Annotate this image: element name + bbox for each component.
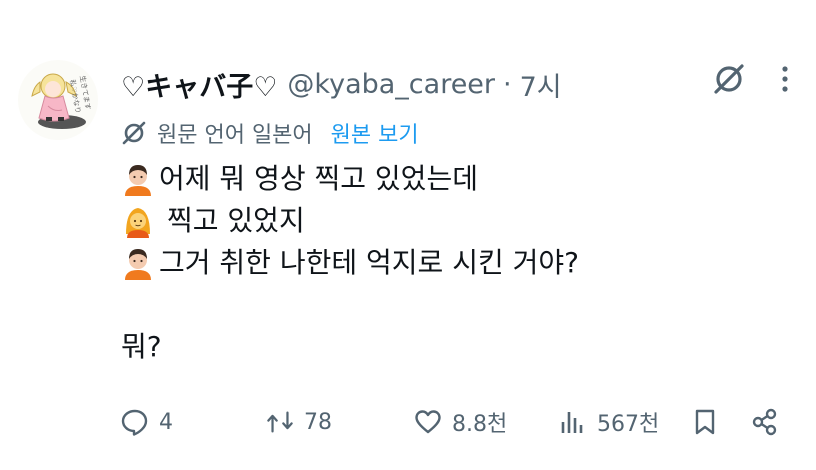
retweet-count: 78 — [304, 409, 332, 435]
tweet-line: 뭐? — [121, 326, 579, 368]
tweet-line-2: 찍고 있었지 — [167, 204, 305, 237]
like-button[interactable]: 8.8천 — [414, 406, 559, 438]
like-count: 8.8천 — [452, 412, 508, 437]
retweet-icon — [267, 411, 293, 433]
tweet-text: 어제 뭐 영상 찍고 있었는데 찍고 있었지 그거 취한 나한테 억지로 시킨 … — [121, 158, 579, 368]
boy-emoji-icon — [125, 249, 151, 280]
woman-emoji-icon — [126, 208, 150, 238]
bookmark-button[interactable] — [691, 408, 751, 436]
grok-icon[interactable] — [712, 62, 746, 100]
more-vertical-icon[interactable] — [780, 65, 790, 97]
translation-notice: 원문 언어 일본어 원본 보기 — [121, 116, 419, 150]
retweet-button[interactable]: 78 — [266, 408, 414, 436]
header-actions — [712, 62, 790, 100]
heart-icon — [415, 410, 441, 434]
views-icon — [561, 412, 583, 433]
source-language-label: 원문 언어 일본어 — [157, 123, 313, 148]
reply-button[interactable]: 4 — [121, 408, 266, 436]
show-original-link[interactable]: 원본 보기 — [331, 117, 419, 149]
bookmark-icon — [695, 409, 715, 435]
tweet-time[interactable]: 7시 — [520, 65, 562, 104]
tweet-header: ♡キャバ子♡ @kyaba_career · 7시 — [121, 64, 562, 104]
avatar[interactable]: 私♡かなり 生きてます — [18, 60, 98, 140]
action-bar: 4 78 8.8천 567천 — [121, 400, 790, 444]
share-button[interactable] — [751, 408, 779, 436]
tweet-line: 어제 뭐 영상 찍고 있었는데 — [121, 158, 579, 200]
views-button[interactable]: 567천 — [559, 406, 691, 438]
view-count: 567천 — [597, 412, 660, 437]
boy-emoji-icon — [125, 165, 151, 196]
tweet-line: 그거 취한 나한테 억지로 시킨 거야? — [121, 242, 579, 284]
tweet-line-1: 어제 뭐 영상 찍고 있었는데 — [159, 162, 478, 195]
illustrated-girl-avatar-icon: 私♡かなり 生きてます — [31, 73, 93, 129]
reply-icon — [121, 409, 148, 436]
display-name[interactable]: ♡キャバ子♡ — [121, 65, 277, 104]
share-icon — [752, 408, 777, 436]
time-separator: · — [503, 68, 512, 100]
tweet-line-3: 그거 취한 나한테 억지로 시킨 거야? — [159, 246, 580, 279]
translate-icon — [122, 121, 146, 145]
reply-count: 4 — [159, 409, 173, 435]
user-handle[interactable]: @kyaba_career — [287, 69, 495, 100]
tweet-line: 찍고 있었지 — [121, 200, 579, 242]
tweet-line-4: 뭐? — [121, 330, 162, 363]
